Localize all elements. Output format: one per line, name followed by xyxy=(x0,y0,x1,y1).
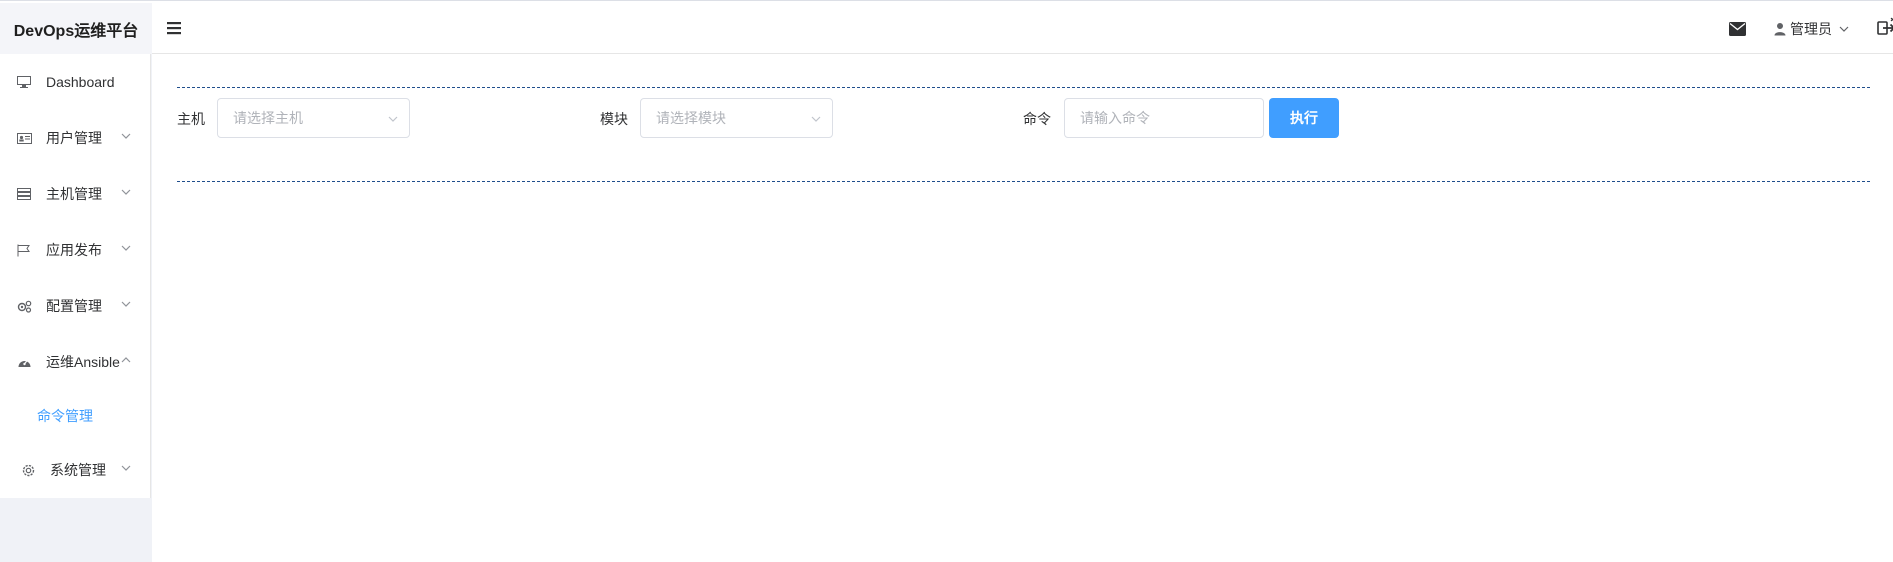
chevron-up-icon xyxy=(121,357,131,363)
command-form: 主机 请选择主机 模块 请选择模块 命令 请输入命令 执行 xyxy=(177,98,1877,138)
execute-button[interactable]: 执行 xyxy=(1269,98,1339,138)
sidebar-item-label: 配置管理 xyxy=(46,298,102,314)
sidebar: DevOps运维平台 Dashboard 用户管理 主机管理 应用发布 配置管理… xyxy=(0,3,152,562)
chevron-down-icon xyxy=(121,189,131,195)
sidebar-subitem-command-management[interactable]: 命令管理 xyxy=(0,390,150,442)
monitor-icon xyxy=(16,74,32,90)
sidebar-item-dashboard[interactable]: Dashboard xyxy=(0,54,150,110)
flag-icon xyxy=(16,242,32,258)
module-label: 模块 xyxy=(600,111,628,127)
sidebar-item-label: 系统管理 xyxy=(50,462,106,478)
user-dropdown[interactable]: 管理员 xyxy=(1774,19,1850,39)
dashboard-gauge-icon xyxy=(16,354,32,370)
hamburger-menu-icon[interactable] xyxy=(166,20,182,36)
sidebar-item-label: 应用发布 xyxy=(46,242,102,258)
chevron-down-icon xyxy=(1839,26,1849,32)
main-content: 主机 请选择主机 模块 请选择模块 命令 请输入命令 执行 xyxy=(152,55,1893,562)
sidebar-item-label: 主机管理 xyxy=(46,186,102,202)
sidebar-menu: Dashboard 用户管理 主机管理 应用发布 配置管理 运维Ansible … xyxy=(0,54,151,498)
sidebar-item-label: 用户管理 xyxy=(46,130,102,146)
host-select-placeholder: 请选择主机 xyxy=(233,110,303,126)
user-icon xyxy=(1774,23,1786,36)
command-input-placeholder: 请输入命令 xyxy=(1080,110,1150,126)
chevron-down-icon xyxy=(388,116,398,122)
top-header: 管理员 xyxy=(152,3,1893,54)
chevron-down-icon xyxy=(121,245,131,251)
chevron-down-icon xyxy=(121,301,131,307)
sidebar-item-ansible[interactable]: 运维Ansible xyxy=(0,334,150,390)
gear-icon xyxy=(20,462,36,478)
user-name: 管理员 xyxy=(1790,21,1832,37)
gears-icon xyxy=(16,298,32,314)
sidebar-item-label: Dashboard xyxy=(46,74,115,90)
mail-icon[interactable] xyxy=(1729,22,1746,36)
module-select-placeholder: 请选择模块 xyxy=(656,110,726,126)
sidebar-item-config[interactable]: 配置管理 xyxy=(0,278,150,334)
app-logo-title: DevOps运维平台 xyxy=(0,3,152,54)
command-input[interactable]: 请输入命令 xyxy=(1064,98,1264,138)
chevron-down-icon xyxy=(121,465,131,471)
sidebar-item-app-release[interactable]: 应用发布 xyxy=(0,222,150,278)
dashed-divider-bottom xyxy=(177,181,1870,182)
sidebar-item-system[interactable]: 系统管理 xyxy=(0,442,150,498)
module-select[interactable]: 请选择模块 xyxy=(640,98,833,138)
host-select[interactable]: 请选择主机 xyxy=(217,98,410,138)
host-label: 主机 xyxy=(177,111,205,127)
server-icon xyxy=(16,186,32,202)
command-label: 命令 xyxy=(1023,111,1051,127)
chevron-down-icon xyxy=(121,133,131,139)
chevron-down-icon xyxy=(811,116,821,122)
sidebar-item-hosts[interactable]: 主机管理 xyxy=(0,166,150,222)
logout-icon[interactable] xyxy=(1877,17,1893,37)
sidebar-item-label: 运维Ansible xyxy=(46,354,120,370)
id-card-icon xyxy=(16,130,32,146)
dashed-divider-top xyxy=(177,87,1870,88)
sidebar-item-users[interactable]: 用户管理 xyxy=(0,110,150,166)
